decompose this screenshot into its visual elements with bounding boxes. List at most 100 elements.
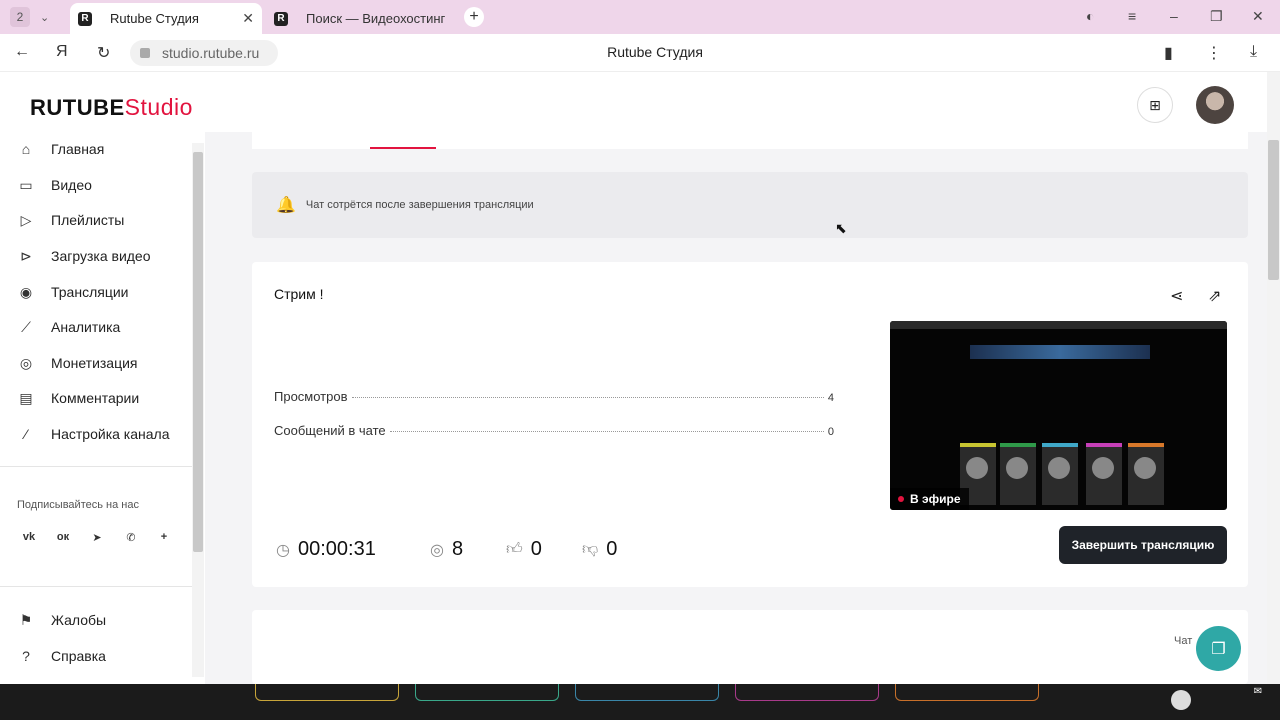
restore-icon[interactable]: ❐ [1210, 8, 1223, 25]
lock-icon [140, 48, 150, 58]
minimize-icon[interactable]: – [1170, 8, 1178, 24]
help-icon: ? [22, 648, 30, 664]
likes-metric: 👍︎ 0 [506, 538, 542, 561]
sidebar-item-help[interactable]: ? Справка [16, 641, 106, 671]
video-icon: ▭ [19, 176, 33, 193]
sidebar-scrollbar-thumb[interactable] [193, 152, 203, 552]
sidebar-item-label: Настройка канала [51, 426, 170, 442]
dotted-leader [389, 431, 824, 432]
flag-icon: ⚑ [19, 611, 33, 628]
live-badge: В эфире [890, 488, 969, 510]
broadcast-icon: ◉ [19, 283, 33, 300]
bookmark-icon[interactable]: ▮ [1164, 43, 1173, 63]
likes-value: 0 [530, 538, 542, 560]
reload-icon[interactable]: ↻ [97, 43, 110, 63]
sidebar-item-video[interactable]: ▭ Видео [16, 170, 92, 200]
mail-icon[interactable]: ✉ [1248, 686, 1268, 716]
thumbs-up-icon: 👍︎ [506, 541, 523, 558]
preview-player-avatar [1006, 457, 1028, 479]
preview-player-avatar [1092, 457, 1114, 479]
preview-player-avatar [1048, 457, 1070, 479]
yandex-icon[interactable]: Я [56, 43, 68, 61]
close-tab-icon[interactable]: ✕ [242, 10, 254, 27]
taskbar-item[interactable] [415, 684, 559, 701]
sidebar-item-playlists[interactable]: ▷ Плейлисты [16, 205, 125, 235]
taskbar-item[interactable] [575, 684, 719, 701]
sidebar-item-broadcasts[interactable]: ◉ Трансляции [16, 277, 129, 307]
sidebar-item-analytics[interactable]: ⟋ Аналитика [16, 312, 120, 342]
bell-icon: 🔔 [276, 197, 296, 214]
analytics-icon: ⟋ [21, 318, 31, 335]
tabs-card [252, 132, 1248, 149]
viber-icon[interactable]: ✆ [122, 528, 140, 546]
sidebar-item-home[interactable]: ⌂ Главная [16, 134, 105, 164]
stat-value: 0 [827, 426, 834, 438]
sidebar-item-channel-settings[interactable]: ⁄ Настройка канала [16, 419, 170, 449]
external-link-icon[interactable]: ⇗ [1208, 286, 1221, 306]
rutube-favicon-icon: R [78, 11, 92, 26]
close-window-icon[interactable]: ✕ [1252, 8, 1264, 25]
new-tab-icon[interactable]: + [464, 7, 484, 27]
tab-count-badge[interactable]: 2 [10, 7, 30, 27]
odnoklassniki-icon[interactable]: ок [54, 528, 72, 546]
main-scrollbar-thumb[interactable] [1268, 140, 1279, 280]
stream-preview[interactable]: В эфире [890, 321, 1227, 510]
more-social-icon[interactable]: + [155, 528, 173, 546]
tab-title: Rutube Студия [110, 11, 199, 26]
tab-search[interactable]: R Поиск — Видеохостинг R [266, 3, 456, 34]
dislikes-metric: 👎︎ 0 [582, 538, 617, 561]
sidebar: ⌂ Главная ▭ Видео ▷ Плейлисты ⊳ Загрузка вид… [0, 132, 205, 682]
chat-notice: 🔔 Чат сотрётся после завершения трансляц… [252, 172, 1248, 238]
back-icon[interactable]: ← [14, 43, 30, 61]
viewers-metric: ◎ 8 [430, 538, 463, 561]
create-button[interactable]: ⊞ [1137, 87, 1173, 123]
notice-text: Чат сотрётся после завершения трансляции [305, 199, 534, 211]
rutube-favicon-icon: R [274, 11, 288, 26]
avatar[interactable] [1196, 86, 1234, 124]
thumbs-down-icon: 👎︎ [582, 541, 599, 558]
preview-banner [970, 345, 1150, 359]
taskbar-app-icon[interactable] [1171, 690, 1191, 710]
telegram-icon[interactable]: ➤ [88, 528, 106, 546]
end-broadcast-button[interactable]: Завершить трансляцию [1059, 526, 1227, 564]
url-field[interactable]: studio.rutube.ru [130, 40, 278, 66]
tab-list-chevron-icon[interactable]: ⌄ [40, 11, 49, 24]
sidebar-item-comments[interactable]: ▤ Комментарии [16, 383, 139, 413]
menu-icon[interactable]: ≡ [1128, 8, 1136, 24]
sidebar-divider [0, 466, 192, 467]
taskbar-item[interactable] [895, 684, 1039, 701]
duration-value: 00:00:31 [297, 538, 376, 560]
sidebar-item-label: Аналитика [51, 319, 121, 335]
more-icon[interactable]: ⋮ [1206, 43, 1222, 63]
browser-tab-bar: 2 ⌄ R Rutube Студия ✕ R Поиск — Видеохос… [0, 0, 1280, 34]
tab-title: Поиск — Видеохостинг R [306, 11, 448, 26]
taskbar-item[interactable] [735, 684, 879, 701]
share-icon[interactable]: ⋖ [1170, 286, 1183, 306]
duration-metric: ◷ 00:00:31 [276, 538, 376, 561]
preview-player-avatar [966, 457, 988, 479]
monetization-icon: ◎ [19, 354, 33, 371]
sidebar-item-label: Видео [51, 177, 92, 193]
sidebar-item-label: Монетизация [51, 355, 138, 371]
chat-card: Чат [252, 610, 1248, 684]
stream-card: Стрим ! ⋖ ⇗ Просмотров 4 Сообщений в чат… [252, 262, 1248, 587]
download-icon[interactable]: ⤓ [1250, 43, 1257, 61]
profile-icon[interactable]: ◐ [1086, 8, 1094, 24]
rutube-studio-logo[interactable]: RUTUBEStudio [30, 94, 193, 121]
support-chat-button[interactable]: ❐ [1196, 626, 1241, 671]
wand-icon: ⁄ [24, 426, 28, 442]
preview-top-bar [890, 321, 1227, 329]
sidebar-item-monetization[interactable]: ◎ Монетизация [16, 348, 138, 378]
taskbar-item[interactable] [255, 684, 399, 701]
vk-icon[interactable]: vk [20, 528, 38, 546]
sidebar-item-upload[interactable]: ⊳ Загрузка видео [16, 241, 150, 271]
stat-label: Сообщений в чате [274, 423, 386, 438]
sidebar-item-label: Жалобы [51, 612, 107, 628]
tab-rutube-studio[interactable]: R Rutube Студия ✕ [70, 3, 262, 34]
live-label: В эфире [910, 492, 961, 506]
follow-label: Подписывайтесь на нас [17, 499, 139, 511]
live-dot-icon [898, 496, 904, 502]
mouse-cursor-icon: ⬉ [835, 220, 847, 236]
sidebar-item-complaints[interactable]: ⚑ Жалобы [16, 605, 106, 635]
logo-main: RUTUBE [30, 95, 125, 120]
